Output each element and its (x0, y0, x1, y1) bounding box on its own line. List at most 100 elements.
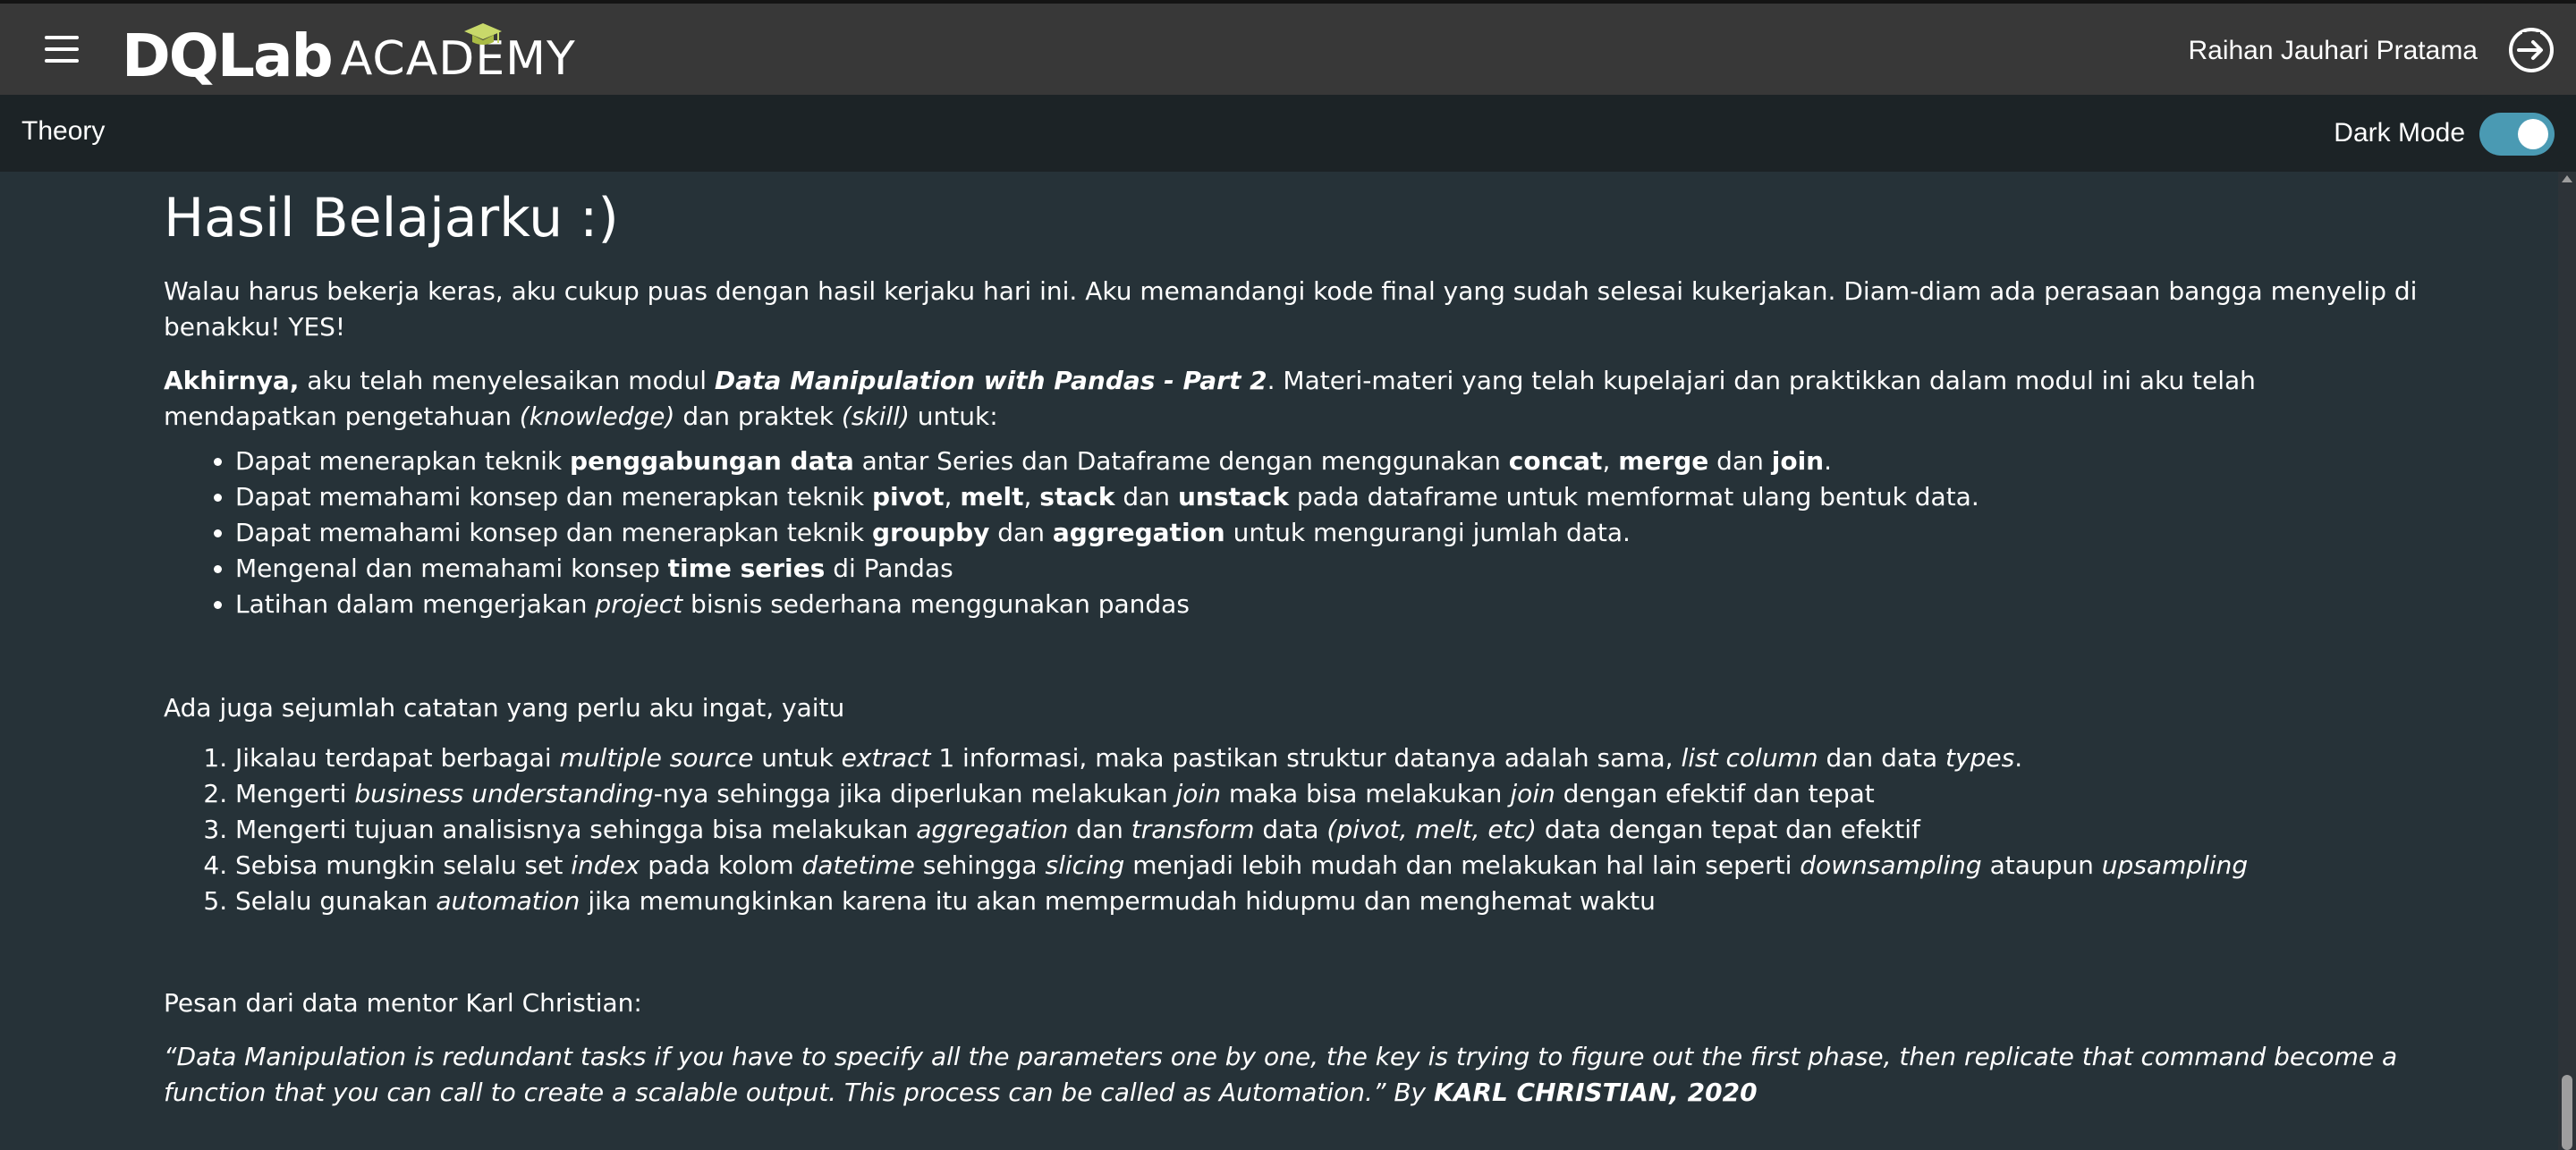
scroll-thumb[interactable] (2562, 1075, 2572, 1150)
list-item: Jikalau terdapat berbagai multiple sourc… (235, 740, 2418, 776)
item-text: Jikalau terdapat berbagai (235, 743, 560, 773)
item-bold: concat (1508, 446, 1603, 476)
summary-text: dan praktek (674, 402, 842, 431)
item-text: , (944, 482, 961, 512)
item-bold: groupby (872, 518, 990, 547)
item-italic: datetime (801, 850, 915, 880)
summary-lead: Akhirnya, (164, 366, 300, 395)
item-italic: business understanding (354, 779, 654, 808)
item-italic: project (595, 589, 683, 619)
item-text: sehingga (914, 850, 1046, 880)
list-item: Dapat memahami konsep dan menerapkan tek… (235, 515, 2418, 551)
item-text: Mengerti (235, 779, 355, 808)
module-name: Data Manipulation with Pandas - Part 2 (714, 366, 1267, 395)
item-text: Sebisa mungkin selalu set (235, 850, 572, 880)
item-bold: join (1771, 446, 1825, 476)
page-title: Hasil Belajarku :) (164, 187, 619, 249)
list-item: Mengerti business understanding-nya sehi… (235, 776, 2418, 812)
item-text: , (1602, 446, 1619, 476)
item-italic: types (1945, 743, 2015, 773)
item-bold: pivot (872, 482, 945, 512)
item-text: Dapat memahami konsep dan menerapkan tek… (235, 518, 872, 547)
list-item: Mengenal dan memahami konsep time series… (235, 551, 2418, 587)
item-text: data (1254, 815, 1327, 844)
item-text: , (1023, 482, 1040, 512)
item-italic: (pivot, melt, etc) (1326, 815, 1537, 844)
mentor-intro: Pesan dari data mentor Karl Christian: (164, 988, 642, 1018)
item-text: untuk (753, 743, 842, 773)
item-text: pada kolom (640, 850, 802, 880)
item-bold: melt (960, 482, 1024, 512)
top-header: DQLab ACADEMY Raihan Jauhari Pratama (0, 0, 2576, 95)
logo-academy-text: ACADEMY (340, 23, 576, 86)
item-text: data dengan tepat dan efektif (1536, 815, 1920, 844)
item-text: dan (989, 518, 1053, 547)
item-italic: automation (436, 886, 580, 916)
item-text: pada dataframe untuk memformat ulang ben… (1288, 482, 1979, 512)
content-scrollbar[interactable] (2558, 172, 2576, 1150)
item-text: Selalu gunakan (235, 886, 436, 916)
toggle-knob (2518, 119, 2548, 149)
list-item: Sebisa mungkin selalu set index pada kol… (235, 848, 2418, 884)
item-text: untuk mengurangi jumlah data. (1224, 518, 1631, 547)
list-item: Selalu gunakan automation jika memungkin… (235, 884, 2418, 919)
item-text: jika memungkinkan karena itu akan memper… (580, 886, 1656, 916)
list-item: Dapat memahami konsep dan menerapkan tek… (235, 479, 2418, 515)
dark-mode-label: Dark Mode (2334, 118, 2465, 148)
item-italic: join (1175, 779, 1221, 808)
notes-intro: Ada juga sejumlah catatan yang perlu aku… (164, 693, 845, 723)
mentor-quote: “Data Manipulation is redundant tasks if… (164, 1039, 2418, 1111)
knowledge-term: (knowledge) (519, 402, 675, 431)
logout-icon[interactable] (2506, 25, 2556, 75)
quote-text: “Data Manipulation is redundant tasks if… (164, 1042, 2398, 1107)
item-italic: downsampling (1800, 850, 1982, 880)
item-bold: aggregation (1052, 518, 1225, 547)
summary-text: aku telah menyelesaikan modul (299, 366, 715, 395)
list-item: Mengerti tujuan analisisnya sehingga bis… (235, 812, 2418, 848)
item-text: . (2014, 743, 2023, 773)
item-text: di Pandas (825, 554, 953, 583)
item-text: ataupun (1981, 850, 2102, 880)
section-title: Theory (21, 116, 106, 146)
item-text: 1 informasi, maka pastikan struktur data… (930, 743, 1682, 773)
menu-icon[interactable] (45, 36, 82, 66)
item-text: menjadi lebih mudah dan melakukan hal la… (1124, 850, 1801, 880)
item-text: dan data (1818, 743, 1946, 773)
content-area: Hasil Belajarku :) Walau harus bekerja k… (0, 172, 2558, 1150)
scroll-up-icon[interactable] (2562, 175, 2572, 182)
notes-list: Jikalau terdapat berbagai multiple sourc… (164, 740, 2418, 919)
item-italic: list column (1681, 743, 1818, 773)
user-name[interactable]: Raihan Jauhari Pratama (2188, 36, 2478, 66)
summary-text: untuk: (909, 402, 998, 431)
item-text: dan (1068, 815, 1131, 844)
item-text: Dapat memahami konsep dan menerapkan tek… (235, 482, 872, 512)
item-italic: join (1510, 779, 1555, 808)
content-inner: Hasil Belajarku :) Walau harus bekerja k… (164, 172, 2418, 1111)
dark-mode-toggle[interactable] (2479, 113, 2555, 156)
item-italic: slicing (1045, 850, 1125, 880)
item-italic: aggregation (916, 815, 1069, 844)
summary-paragraph: Akhirnya, aku telah menyelesaikan modul … (164, 363, 2418, 435)
item-text: Latihan dalam mengerjakan (235, 589, 596, 619)
list-item: Dapat menerapkan teknik penggabungan dat… (235, 444, 2418, 479)
item-bold: time series (667, 554, 826, 583)
item-bold: stack (1039, 482, 1115, 512)
item-text: Mengerti tujuan analisisnya sehingga bis… (235, 815, 917, 844)
logo-main-text: DQLab (122, 21, 334, 90)
item-text: Mengenal dan memahami konsep (235, 554, 668, 583)
skill-term: (skill) (841, 402, 910, 431)
item-italic: extract (841, 743, 931, 773)
item-bold: merge (1618, 446, 1709, 476)
item-text: -nya sehingga jika diperlukan melakukan (653, 779, 1176, 808)
graduation-cap-icon (463, 23, 502, 45)
list-item: Latihan dalam mengerjakan project bisnis… (235, 587, 2418, 622)
item-text: dengan efektif dan tepat (1555, 779, 1875, 808)
item-text: dan (1708, 446, 1772, 476)
sub-header: Theory Dark Mode (0, 95, 2576, 172)
item-italic: upsampling (2101, 850, 2249, 880)
item-text: . (1824, 446, 1833, 476)
item-italic: transform (1131, 815, 1255, 844)
item-bold: unstack (1177, 482, 1289, 512)
logo-academy-label: ACADEMY (340, 32, 576, 86)
dqlab-academy-logo[interactable]: DQLab ACADEMY (122, 23, 576, 86)
